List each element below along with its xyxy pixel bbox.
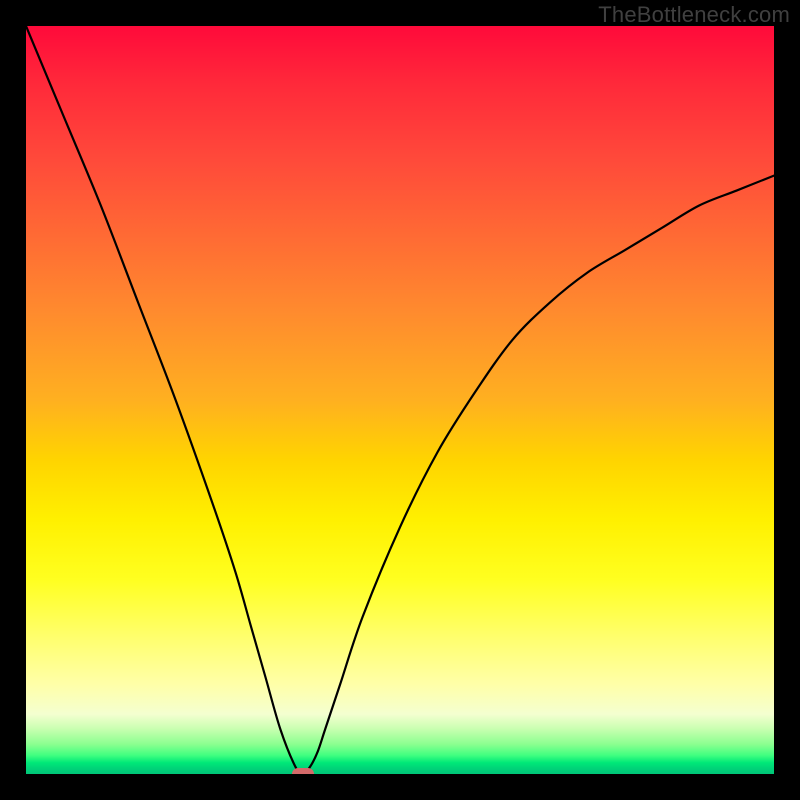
optimum-marker	[292, 768, 314, 774]
watermark-text: TheBottleneck.com	[598, 2, 790, 28]
bottleneck-curve	[26, 26, 774, 774]
chart-frame: TheBottleneck.com	[0, 0, 800, 800]
plot-area	[26, 26, 774, 774]
